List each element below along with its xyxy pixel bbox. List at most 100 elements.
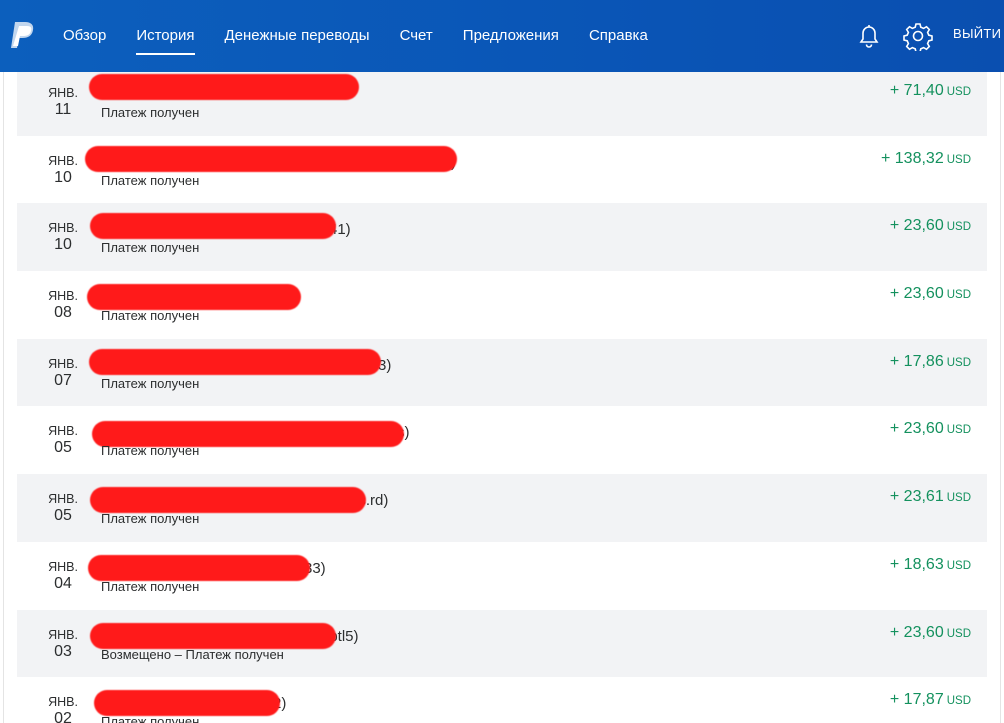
transaction-row[interactable]: ЯНВ. 03 0btl5) Возмещено – Платеж получе…: [17, 609, 987, 678]
transaction-row[interactable]: ЯНВ. 05 s) Платеж получен + 23,60USD: [17, 406, 987, 475]
date-month: ЯНВ.: [48, 627, 78, 642]
transaction-status: Платеж получен: [101, 511, 200, 527]
amount-value: + 18,63: [889, 555, 944, 573]
amount-currency: USD: [946, 695, 971, 708]
transaction-status: Возмещено – Платеж получен: [101, 646, 284, 662]
nav-overview[interactable]: Обзор: [63, 0, 106, 72]
redaction-mark: [89, 74, 359, 100]
paypal-logo-icon[interactable]: [8, 20, 36, 50]
amount-value: + 23,60: [889, 420, 944, 438]
amount-currency: USD: [946, 221, 971, 234]
date-day: 03: [54, 642, 72, 660]
date-month: ЯНВ.: [48, 221, 78, 236]
transaction-date: ЯНВ. 07: [45, 357, 81, 390]
transaction-amount: + 23,60 USD: [890, 217, 971, 235]
date-day: 10: [54, 168, 72, 186]
redaction-mark: [90, 487, 366, 514]
logout-button[interactable]: ВЫЙТИ: [953, 26, 1001, 41]
transaction-amount: + 17,86 USD: [890, 353, 971, 371]
transaction-amount: + 138,32 USD: [881, 150, 971, 168]
amount-value: + 17,86: [889, 352, 944, 370]
date-day: 10: [54, 236, 72, 254]
gear-icon[interactable]: [903, 21, 933, 51]
transaction-row[interactable]: ЯНВ. 04 33) Платеж получен + 18,63 USD: [17, 541, 987, 610]
redaction-mark: [88, 554, 310, 581]
redaction-mark: [85, 145, 457, 172]
nav-account[interactable]: Счет: [400, 0, 433, 72]
date-month: ЯНВ.: [48, 424, 78, 439]
date-day: 07: [54, 371, 72, 389]
transaction-date: ЯНВ. 10: [45, 154, 81, 187]
transaction-status: Платеж получен: [101, 375, 200, 391]
transaction-amount: + 23,60 USD: [890, 285, 971, 303]
transaction-history: ЯНВ. 11 Платеж получен + 71,40 USD ЯНВ. 1…: [3, 72, 1001, 723]
transaction-status: Платеж получен: [101, 578, 200, 594]
transaction-row[interactable]: ЯНВ. 02 2) Платеж получен + 17,87USD: [17, 677, 987, 723]
transaction-status: Платеж получен: [101, 308, 200, 324]
transaction-row[interactable]: ЯНВ. 05 us.rd) Платеж получен + 23,61 USD: [17, 474, 987, 542]
date-day: 04: [54, 574, 72, 592]
redaction-mark: [94, 690, 280, 717]
transaction-row[interactable]: ЯНВ. 07 3) Платеж получен + 17,86 USD: [17, 338, 987, 407]
transaction-status: Платеж получен: [101, 443, 200, 459]
transaction-date: ЯНВ. 03: [45, 628, 81, 661]
date-month: ЯНВ.: [48, 492, 78, 507]
transaction-row[interactable]: ЯНВ. 08 ) Платеж получен + 23,60USD: [17, 271, 987, 339]
date-month: ЯНВ.: [48, 559, 78, 574]
transaction-amount: + 18,63 USD: [890, 556, 971, 574]
date-month: ЯНВ.: [48, 356, 78, 371]
amount-currency: USD: [946, 627, 971, 640]
amount-currency: USD: [946, 289, 971, 302]
transaction-status: Платеж получен: [101, 172, 200, 188]
main-nav: Обзор История Денежные переводы Счет Пре…: [48, 0, 663, 72]
transaction-date: ЯНВ. 05: [45, 492, 81, 525]
date-day: 08: [54, 304, 72, 322]
amount-value: + 23,60: [889, 285, 944, 303]
redaction-mark: [90, 213, 336, 240]
redaction-mark: [89, 348, 381, 375]
nav-money-transfers[interactable]: Денежные переводы: [225, 0, 370, 72]
date-month: ЯНВ.: [48, 695, 78, 710]
transaction-amount: + 23,61 USD: [890, 488, 971, 506]
redaction-mark: [87, 284, 301, 311]
amount-currency: USD: [946, 153, 971, 166]
transaction-status: Платеж получен: [101, 105, 200, 120]
amount-currency: USD: [946, 424, 971, 437]
transaction-status: Платеж получен: [101, 714, 200, 723]
transaction-row[interactable]: ЯНВ. 11 Платеж получен + 71,40 USD: [17, 72, 987, 136]
transaction-amount: + 23,60 USD: [890, 624, 971, 642]
amount-currency: USD: [946, 559, 971, 572]
amount-value: + 23,60: [889, 217, 944, 235]
amount-currency: USD: [946, 86, 971, 98]
nav-offers[interactable]: Предложения: [463, 0, 559, 72]
transaction-date: ЯНВ. 05: [45, 424, 81, 457]
amount-value: + 23,60: [889, 623, 944, 641]
transaction-amount: + 17,87 USD: [890, 691, 971, 709]
date-month: ЯНВ.: [48, 289, 78, 304]
date-day: 02: [54, 710, 72, 723]
transaction-date: ЯНВ. 10: [45, 221, 81, 254]
transaction-amount: + 71,40 USD: [890, 82, 971, 100]
top-navigation-bar: Обзор История Денежные переводы Счет Пре…: [0, 0, 1004, 72]
amount-currency: USD: [946, 356, 971, 369]
transaction-status: Платеж получен: [101, 240, 200, 256]
nav-history[interactable]: История: [136, 0, 195, 72]
amount-value: + 71,40: [889, 82, 944, 99]
amount-value: + 17,87: [889, 691, 944, 709]
redaction-mark: [90, 622, 336, 649]
transaction-date: ЯНВ. 02: [45, 695, 81, 723]
bell-icon[interactable]: [855, 22, 883, 50]
transaction-amount: + 23,60 USD: [890, 420, 971, 438]
date-day: 11: [54, 101, 72, 118]
transaction-row[interactable]: ЯНВ. 10 ) Платеж получен + 138,32USD: [17, 135, 987, 204]
transaction-date: ЯНВ. 04: [45, 560, 81, 593]
date-month: ЯНВ.: [48, 86, 78, 100]
transaction-list: ЯНВ. 11 Платеж получен + 71,40 USD ЯНВ. 1…: [17, 72, 987, 723]
amount-value: + 138,32: [880, 149, 944, 167]
transaction-date: ЯНВ. 11: [45, 86, 81, 119]
date-day: 05: [54, 507, 72, 525]
transaction-date: ЯНВ. 08: [45, 289, 81, 322]
amount-value: + 23,61: [889, 488, 944, 506]
nav-help[interactable]: Справка: [589, 0, 648, 72]
transaction-row[interactable]: ЯНВ. 10 41) Платеж получен + 23,60 USD: [17, 203, 987, 272]
